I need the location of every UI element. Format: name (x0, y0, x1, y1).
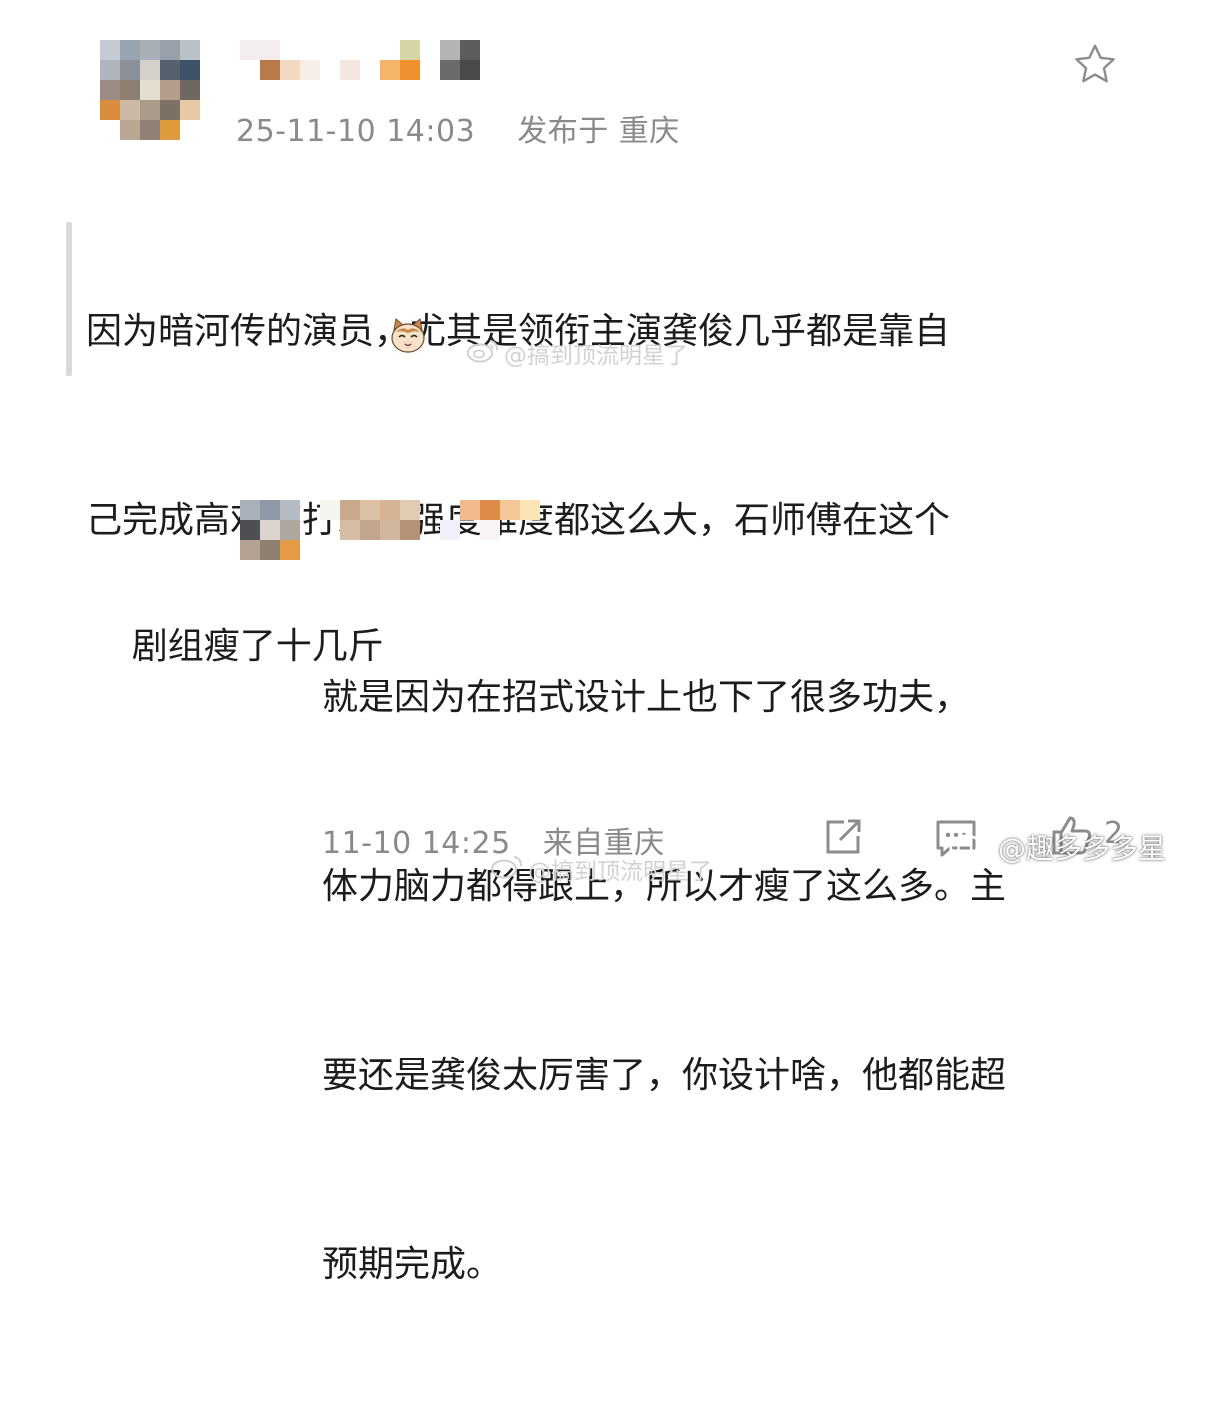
watermark-text: @搞到顶流明星了 (504, 343, 688, 369)
quote-bar (66, 222, 72, 376)
reply-watermark: @搞到顶流明星了 (490, 852, 712, 886)
avatar[interactable] (100, 40, 200, 140)
comment-location: 发布于 重庆 (517, 114, 680, 149)
reply-text-line: 就是因为在招式设计上也下了很多功夫， (322, 677, 971, 718)
reply-timestamp: 11-10 14:25 (322, 826, 511, 861)
corner-watermark: @趣多多多星 (948, 826, 1166, 867)
watermark-text: @搞到顶流明星了 (528, 859, 712, 885)
comment-timestamp: 25-11-10 14:03 (236, 114, 476, 149)
comment-meta: 25-11-10 14:03 发布于 重庆 (236, 106, 680, 150)
comment-watermark: @搞到顶流明星了 (466, 336, 688, 370)
reply-text-line: 预期完成。 (322, 1244, 503, 1285)
star-outline-icon[interactable] (1073, 43, 1117, 85)
cat-emoji-icon (388, 316, 428, 356)
weibo-logo-icon (466, 337, 500, 369)
corner-watermark-text: @趣多多多星 (998, 831, 1167, 865)
share-icon[interactable] (822, 816, 864, 858)
weibo-logo-icon (948, 826, 992, 867)
reply-text-line: 要还是龚俊太厉害了，你设计啥，他都能超 (322, 1055, 1007, 1096)
reply-username-blurred[interactable] (320, 500, 540, 540)
weibo-logo-icon (490, 853, 524, 885)
username-blurred[interactable] (240, 40, 480, 80)
reply-avatar[interactable] (240, 500, 300, 560)
reply-text: 就是因为在招式设计上也下了很多功夫， 体力脑力都得跟上，所以才瘦了这么多。主 要… (322, 540, 1006, 1422)
